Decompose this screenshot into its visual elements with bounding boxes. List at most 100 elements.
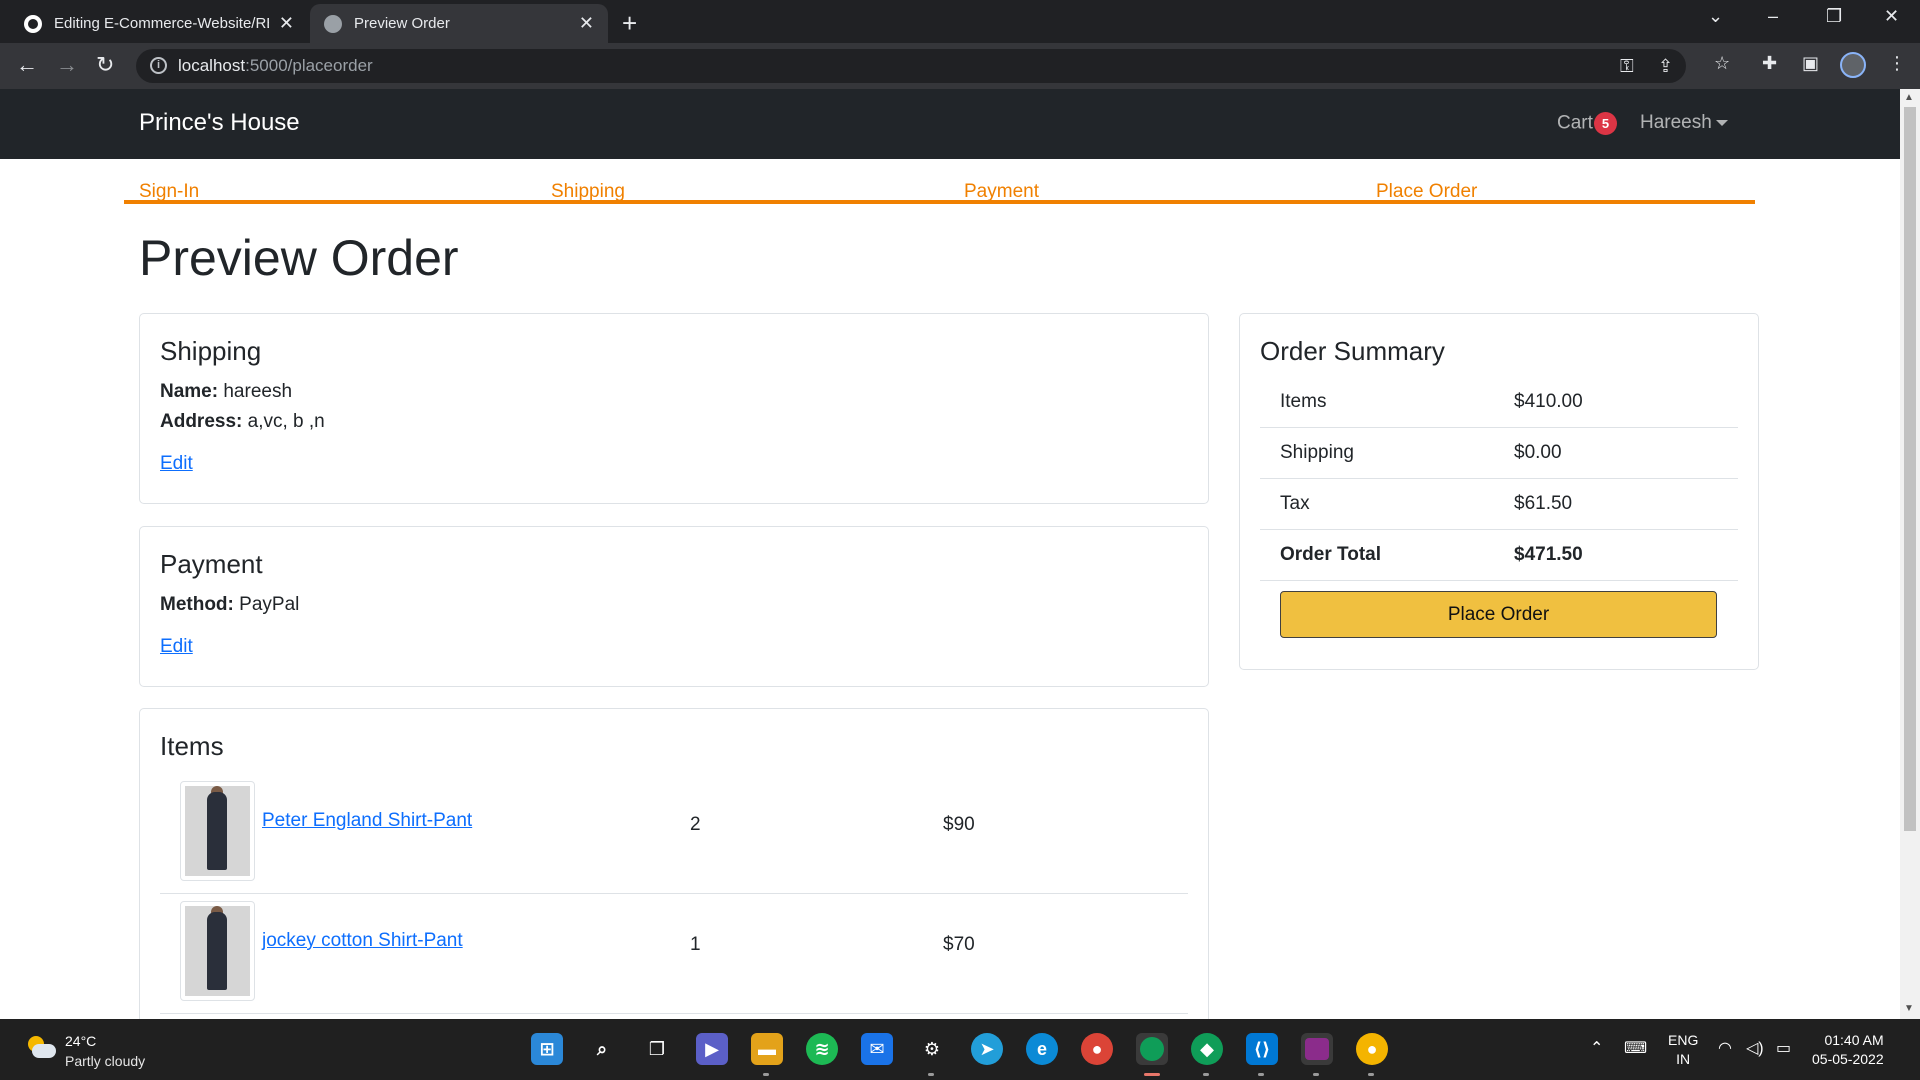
chrome-profile-icon[interactable] xyxy=(1136,1033,1168,1065)
place-order-button[interactable]: Place Order xyxy=(1280,591,1717,638)
edit-payment-link[interactable]: Edit xyxy=(160,636,193,658)
weather-condition[interactable]: Partly cloudy xyxy=(65,1053,145,1069)
method-label: Method: xyxy=(160,594,234,615)
system-clock[interactable]: 01:40 AM 05-05-2022 xyxy=(1812,1031,1884,1069)
method-value: PayPal xyxy=(239,594,300,615)
address-label: Address: xyxy=(160,411,243,432)
url-host: localhost xyxy=(178,56,246,75)
search-icon[interactable]: ⌕ xyxy=(586,1033,618,1065)
address-bar[interactable]: i localhost:5000/placeorder ⚿ ⇪ xyxy=(136,49,1686,83)
step-payment: Payment xyxy=(964,181,1039,202)
chrome-alt-icon[interactable]: ● xyxy=(1356,1033,1388,1065)
battery-icon[interactable]: ▭ xyxy=(1776,1038,1791,1058)
tab-title: Editing E-Commerce-Website/RE xyxy=(54,15,269,32)
product-link[interactable]: jockey cotton Shirt-Pant xyxy=(262,930,463,952)
name-value: hareesh xyxy=(223,381,293,402)
cart-link[interactable]: Cart 5 xyxy=(1557,112,1618,135)
weather-temperature[interactable]: 24°C xyxy=(65,1033,96,1049)
windows-start-icon[interactable]: ⊞ xyxy=(531,1033,563,1065)
partly-cloudy-icon[interactable] xyxy=(28,1036,56,1060)
task-view-icon[interactable]: ❐ xyxy=(641,1033,673,1065)
mail-icon[interactable]: ✉ xyxy=(861,1033,893,1065)
payment-title: Payment xyxy=(160,549,263,579)
items-card: Items Peter England Shirt-Pant 2 $90 joc… xyxy=(139,708,1209,1019)
share-icon[interactable]: ⇪ xyxy=(1658,56,1673,77)
summary-value: $471.50 xyxy=(1514,544,1583,565)
shipping-name-line: Name: hareesh xyxy=(160,377,1188,407)
items-list: Peter England Shirt-Pant 2 $90 jockey co… xyxy=(160,774,1188,1014)
new-tab-button[interactable]: + xyxy=(622,8,637,39)
bookmark-star-icon[interactable]: ☆ xyxy=(1714,53,1730,74)
running-indicator xyxy=(1203,1073,1209,1076)
clock-time: 01:40 AM xyxy=(1824,1032,1884,1048)
step-sign-in: Sign-In xyxy=(139,181,200,202)
keyboard-icon[interactable]: ⌨ xyxy=(1624,1038,1647,1058)
spotify-icon[interactable]: ≋ xyxy=(806,1033,838,1065)
edge-icon[interactable]: e xyxy=(1026,1033,1058,1065)
tab-title: Preview Order xyxy=(354,15,450,32)
page-scrollbar[interactable]: ▲ ▼ xyxy=(1900,89,1920,1019)
scroll-down-arrow-icon[interactable]: ▼ xyxy=(1904,1003,1914,1014)
shipping-card: Shipping Name: hareesh Address: a,vc, b … xyxy=(139,313,1209,504)
clock-date: 05-05-2022 xyxy=(1812,1051,1884,1067)
payment-card: Payment Method: PayPal Edit xyxy=(139,526,1209,687)
product-thumbnail xyxy=(180,901,255,1001)
restore-button[interactable]: ❐ xyxy=(1826,6,1842,27)
close-window-button[interactable]: ✕ xyxy=(1884,6,1899,27)
browser-toolbar: ← → ↻ i localhost:5000/placeorder ⚿ ⇪ ☆ … xyxy=(0,43,1920,89)
address-value: a,vc, b ,n xyxy=(247,411,325,432)
extensions-puzzle-icon[interactable]: ✚ xyxy=(1762,53,1777,74)
chrome-icon[interactable]: ● xyxy=(1081,1033,1113,1065)
wifi-icon[interactable]: ◠ xyxy=(1718,1038,1732,1058)
vscode-icon[interactable]: ⟨⟩ xyxy=(1246,1033,1278,1065)
item-quantity: 2 xyxy=(690,814,701,835)
order-summary-title: Order Summary xyxy=(1260,336,1445,366)
items-title: Items xyxy=(160,731,224,761)
list-item: jockey cotton Shirt-Pant 1 $70 xyxy=(160,894,1188,1014)
scroll-up-arrow-icon[interactable]: ▲ xyxy=(1904,92,1914,103)
summary-value: $410.00 xyxy=(1514,391,1583,412)
close-icon[interactable]: ✕ xyxy=(579,13,594,34)
summary-value: $0.00 xyxy=(1514,442,1562,463)
volume-icon[interactable]: ◁) xyxy=(1746,1038,1764,1058)
shipping-address-line: Address: a,vc, b ,n xyxy=(160,407,1188,437)
windows-taskbar: 24°C Partly cloudy ⊞ ⌕ ❐ ▶ ▬ ≋ ✉ ⚙ ➤ e ●… xyxy=(0,1019,1920,1080)
tab-search-chevron-icon[interactable]: ⌄ xyxy=(1708,6,1723,27)
telegram-icon[interactable]: ➤ xyxy=(971,1033,1003,1065)
payment-method-line: Method: PayPal xyxy=(160,590,1188,620)
file-explorer-icon[interactable]: ▬ xyxy=(751,1033,783,1065)
item-quantity: 1 xyxy=(690,934,701,955)
minimize-button[interactable]: – xyxy=(1768,6,1778,27)
browser-tab-github[interactable]: Editing E-Commerce-Website/RE ✕ xyxy=(10,4,308,43)
teams-icon[interactable] xyxy=(1301,1033,1333,1065)
user-dropdown[interactable]: Hareesh xyxy=(1640,112,1728,134)
summary-row-shipping: Shipping $0.00 xyxy=(1260,428,1738,479)
input-language-indicator[interactable]: ENG IN xyxy=(1668,1031,1698,1069)
site-info-icon[interactable]: i xyxy=(150,57,167,74)
product-link[interactable]: Peter England Shirt-Pant xyxy=(262,810,472,832)
profile-avatar[interactable] xyxy=(1840,52,1866,78)
site-brand[interactable]: Prince's House xyxy=(139,109,300,137)
settings-gear-icon[interactable]: ⚙ xyxy=(916,1033,948,1065)
mongodb-compass-icon[interactable]: ◆ xyxy=(1191,1033,1223,1065)
browser-menu-icon[interactable]: ⋮ xyxy=(1888,53,1906,74)
summary-label: Shipping xyxy=(1280,442,1354,463)
reload-button[interactable]: ↻ xyxy=(96,52,114,78)
lang-code: ENG xyxy=(1668,1032,1699,1048)
order-summary-card: Order Summary Items $410.00 Shipping $0.… xyxy=(1239,313,1759,670)
forward-button[interactable]: → xyxy=(56,52,78,78)
step-shipping: Shipping xyxy=(551,181,625,202)
chevron-down-icon xyxy=(1715,119,1728,126)
close-icon[interactable]: ✕ xyxy=(279,13,294,34)
side-panel-icon[interactable]: ▣ xyxy=(1802,53,1819,74)
browser-tab-preview-order[interactable]: Preview Order ✕ xyxy=(310,4,608,43)
summary-row-tax: Tax $61.50 xyxy=(1260,479,1738,530)
chevron-up-icon[interactable]: ⌃ xyxy=(1590,1038,1603,1058)
back-button[interactable]: ← xyxy=(16,52,38,78)
browser-tab-strip: Editing E-Commerce-Website/RE ✕ Preview … xyxy=(0,0,1920,43)
edit-shipping-link[interactable]: Edit xyxy=(160,453,193,475)
chat-icon[interactable]: ▶ xyxy=(696,1033,728,1065)
product-thumbnail xyxy=(180,781,255,881)
scrollbar-thumb[interactable] xyxy=(1904,107,1916,831)
key-icon[interactable]: ⚿ xyxy=(1620,56,1634,77)
